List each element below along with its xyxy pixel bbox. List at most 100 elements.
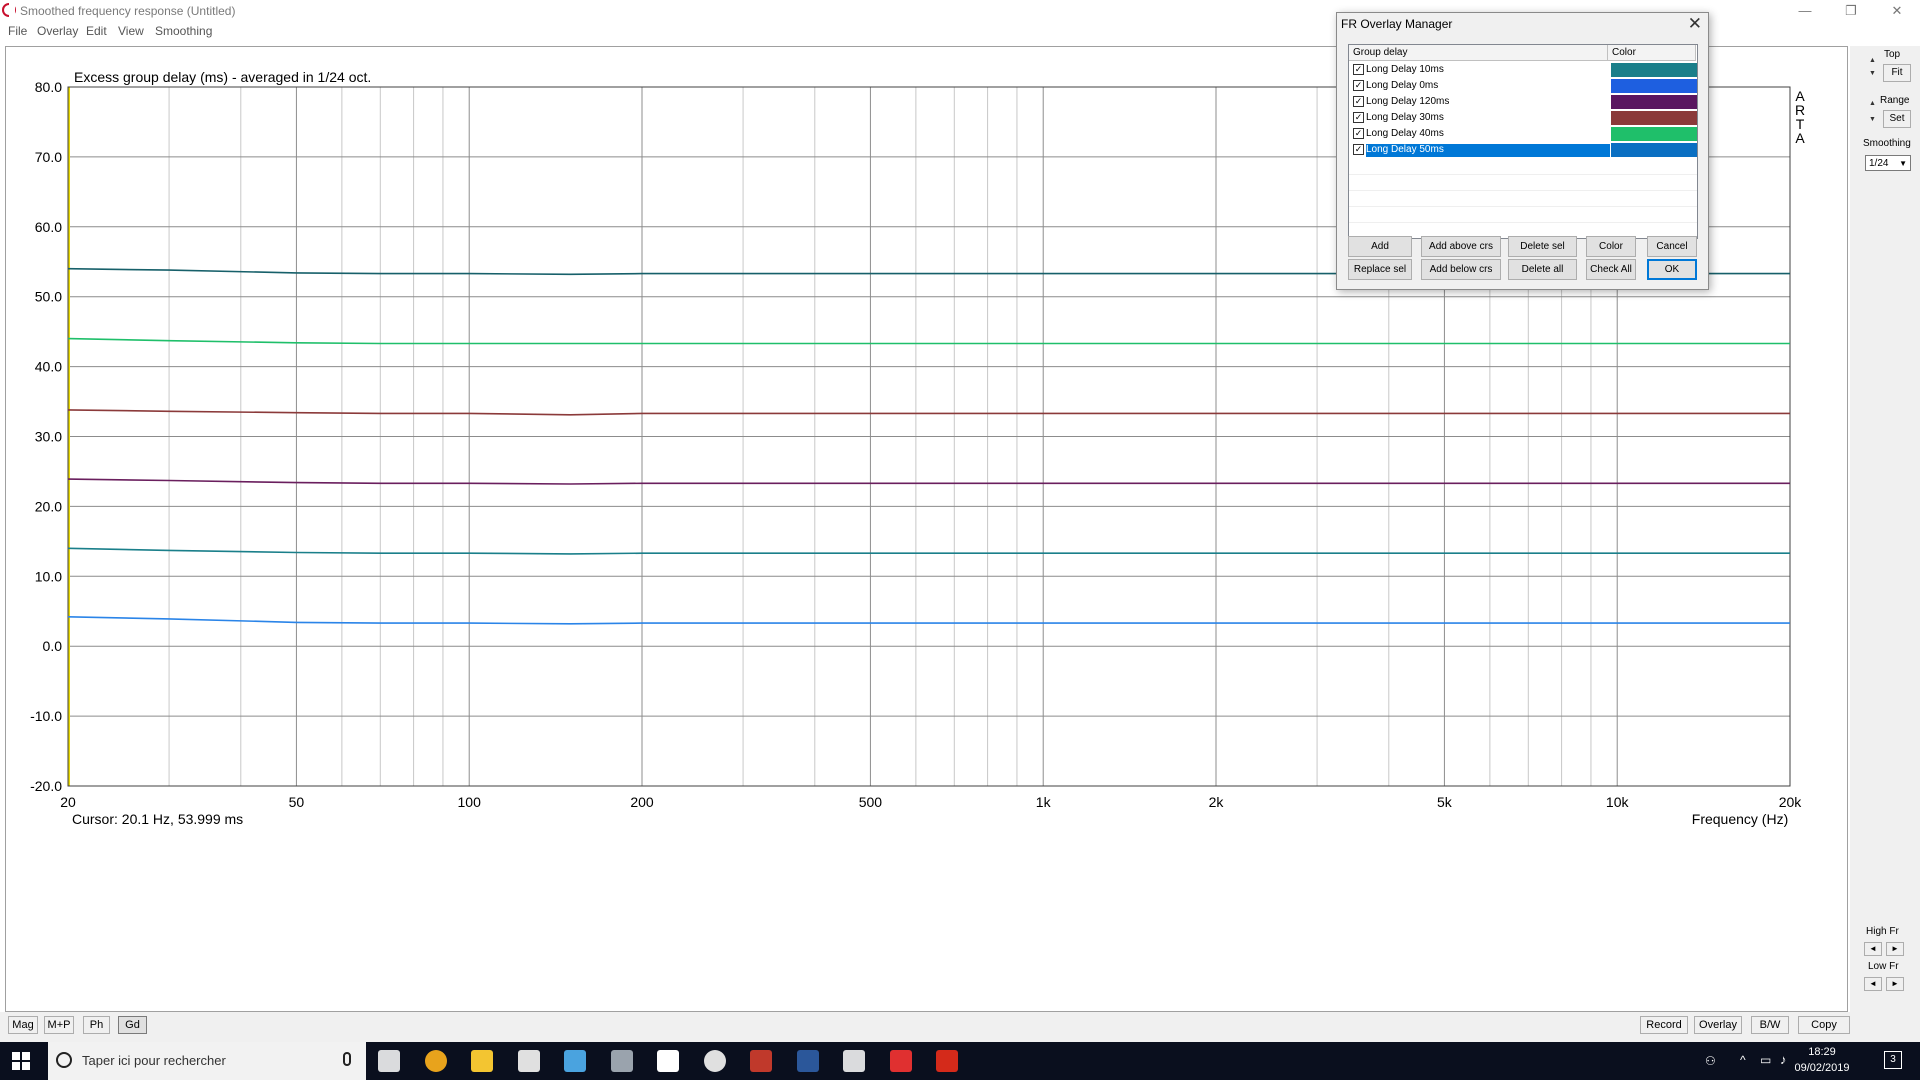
color-swatch[interactable] [1611, 127, 1697, 141]
bottom-toolbar: Mag M+P Ph Gd Record Overlay B/W Copy [0, 1012, 1920, 1042]
delete-all-button[interactable]: Delete all [1508, 259, 1577, 280]
color-swatch[interactable] [1611, 63, 1697, 77]
smoothing-value: 1/24 [1869, 158, 1889, 169]
set-button[interactable]: Set [1883, 110, 1911, 128]
file-explorer-icon[interactable] [471, 1050, 493, 1072]
taskbar-search-box[interactable]: Taper ici pour rechercher [48, 1042, 366, 1080]
arta-brand-letter: A [1795, 130, 1805, 146]
list-item[interactable]: ✓ Long Delay 0ms [1349, 78, 1697, 94]
dialog-close-icon[interactable]: ✕ [1688, 14, 1702, 34]
high-fr-right-arrow-icon[interactable]: ► [1886, 942, 1904, 956]
chrome-icon[interactable] [424, 1050, 447, 1072]
list-item[interactable]: ✓ Long Delay 120ms [1349, 94, 1697, 110]
list-item[interactable]: ✓ Long Delay 50ms [1349, 142, 1697, 158]
list-item[interactable]: ✓ Long Delay 30ms [1349, 110, 1697, 126]
column-header-group-delay[interactable]: Group delay [1349, 45, 1608, 61]
x-tick-label: 2k [1209, 794, 1225, 810]
menu-file[interactable]: File [8, 24, 27, 38]
column-header-color[interactable]: Color [1608, 45, 1696, 61]
mag-button[interactable]: Mag [8, 1016, 38, 1034]
bw-button[interactable]: B/W [1751, 1016, 1789, 1034]
arta-app-icon [2, 3, 16, 17]
check-all-button[interactable]: Check All [1586, 259, 1636, 280]
top-down-arrow-icon[interactable]: ▼ [1866, 70, 1879, 79]
audio-analyzer-icon[interactable] [610, 1050, 633, 1072]
high-fr-left-arrow-icon[interactable]: ◄ [1864, 942, 1882, 956]
microphone-icon[interactable] [343, 1052, 351, 1066]
network-icon[interactable]: ▭ [1760, 1053, 1771, 1067]
menu-smoothing[interactable]: Smoothing [155, 24, 212, 38]
copy-button[interactable]: Copy [1798, 1016, 1850, 1034]
y-tick-label: 40.0 [35, 359, 62, 375]
notification-center-icon[interactable]: 3 [1884, 1051, 1902, 1069]
overlay-button[interactable]: Overlay [1694, 1016, 1742, 1034]
low-fr-left-arrow-icon[interactable]: ◄ [1864, 977, 1882, 991]
list-item-checkbox[interactable]: ✓ [1353, 144, 1364, 155]
top-label: Top [1884, 49, 1901, 60]
ok-button[interactable]: OK [1647, 259, 1697, 280]
gd-button[interactable]: Gd [118, 1016, 147, 1034]
search-placeholder: Taper ici pour rechercher [82, 1053, 226, 1068]
people-icon[interactable]: ⚇ [1705, 1054, 1716, 1068]
acrobat-icon[interactable] [936, 1050, 958, 1072]
mp-button[interactable]: M+P [44, 1016, 74, 1034]
x-axis-label: Frequency (Hz) [1692, 811, 1788, 827]
smoothing-select[interactable]: 1/24 ▼ [1865, 155, 1911, 171]
close-button[interactable]: ✕ [1874, 0, 1920, 22]
window-title: Smoothed frequency response (Untitled) [20, 4, 236, 18]
store-icon[interactable] [657, 1050, 679, 1072]
cortana-icon [56, 1052, 72, 1068]
app-icon[interactable] [564, 1050, 586, 1072]
color-swatch[interactable] [1611, 111, 1697, 125]
series-line [67, 478, 1790, 485]
list-item[interactable]: ✓ Long Delay 10ms [1349, 62, 1697, 78]
add-button[interactable]: Add [1348, 236, 1412, 257]
low-fr-right-arrow-icon[interactable]: ► [1886, 977, 1904, 991]
replace-sel-button[interactable]: Replace sel [1348, 259, 1412, 280]
menu-edit[interactable]: Edit [86, 24, 107, 38]
calculator-icon[interactable] [517, 1050, 540, 1072]
fit-button[interactable]: Fit [1883, 64, 1911, 82]
taskbar-time[interactable]: 18:29 [1792, 1046, 1852, 1058]
task-view-icon[interactable] [378, 1050, 400, 1072]
steps-icon[interactable] [750, 1050, 772, 1072]
menu-overlay[interactable]: Overlay [37, 24, 78, 38]
cancel-button[interactable]: Cancel [1647, 236, 1697, 257]
add-above-crs-button[interactable]: Add above crs [1421, 236, 1501, 257]
smoothing-label: Smoothing [1863, 138, 1911, 149]
chevron-up-icon[interactable]: ^ [1740, 1053, 1746, 1067]
list-item-checkbox[interactable]: ✓ [1353, 64, 1364, 75]
minimize-button[interactable]: — [1782, 0, 1828, 22]
windows-start-icon[interactable] [12, 1052, 34, 1074]
menu-view[interactable]: View [118, 24, 144, 38]
list-item-checkbox[interactable]: ✓ [1353, 112, 1364, 123]
x-tick-label: 5k [1437, 794, 1453, 810]
photos-icon[interactable] [843, 1050, 865, 1072]
media-icon[interactable] [703, 1050, 726, 1072]
top-up-arrow-icon[interactable]: ▲ [1866, 57, 1879, 66]
series-line [67, 616, 1790, 625]
color-button[interactable]: Color [1586, 236, 1636, 257]
overlay-list[interactable]: Group delay Color ✓ Long Delay 10ms ✓ Long … [1348, 44, 1698, 239]
ph-button[interactable]: Ph [83, 1016, 110, 1034]
range-up-arrow-icon[interactable]: ▲ [1866, 100, 1879, 109]
color-swatch[interactable] [1611, 79, 1697, 93]
color-swatch[interactable] [1611, 143, 1697, 157]
maximize-button[interactable]: ❐ [1828, 0, 1874, 22]
add-below-crs-button[interactable]: Add below crs [1421, 259, 1501, 280]
dialog-title: FR Overlay Manager [1341, 17, 1453, 31]
list-item-checkbox[interactable]: ✓ [1353, 128, 1364, 139]
delete-sel-button[interactable]: Delete sel [1508, 236, 1577, 257]
list-item[interactable]: ✓ Long Delay 40ms [1349, 126, 1697, 142]
arta-icon[interactable] [889, 1050, 912, 1072]
range-label: Range [1880, 95, 1910, 106]
word-icon[interactable] [796, 1050, 819, 1072]
volume-icon[interactable]: ♪ [1780, 1052, 1787, 1067]
record-button[interactable]: Record [1640, 1016, 1688, 1034]
range-down-arrow-icon[interactable]: ▼ [1866, 116, 1879, 125]
color-swatch[interactable] [1611, 95, 1697, 109]
list-item-checkbox[interactable]: ✓ [1353, 80, 1364, 91]
list-item-checkbox[interactable]: ✓ [1353, 96, 1364, 107]
taskbar-date[interactable]: 09/02/2019 [1792, 1062, 1852, 1074]
high-fr-label: High Fr [1866, 926, 1899, 937]
